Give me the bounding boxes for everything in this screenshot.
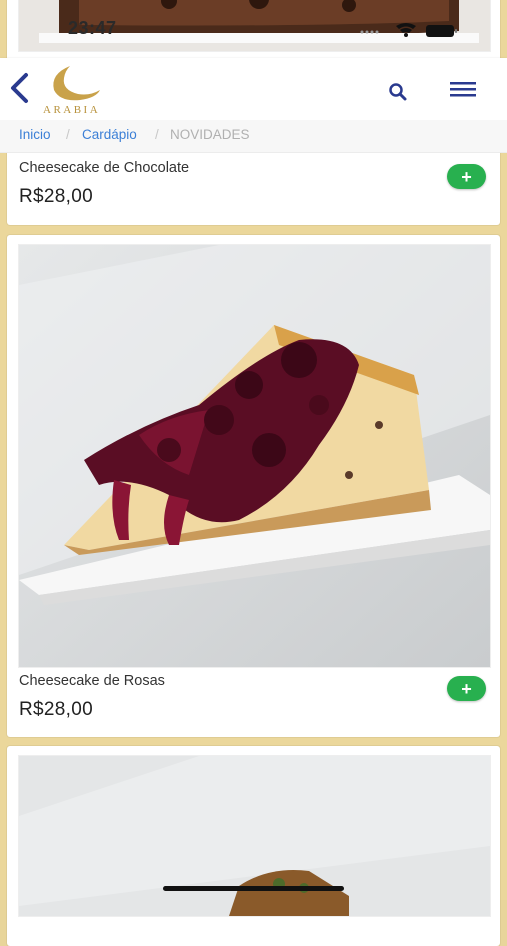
logo-text: ARABIA — [43, 104, 101, 116]
breadcrumb-home[interactable]: Inicio — [19, 127, 51, 142]
add-to-cart-button[interactable]: + — [447, 676, 486, 701]
breadcrumb-separator: / — [66, 127, 70, 142]
signal-icon — [360, 30, 379, 34]
product-card[interactable] — [7, 746, 500, 946]
cake-photo — [19, 756, 490, 916]
rose-cheesecake-photo — [19, 245, 490, 667]
menu-icon[interactable] — [449, 80, 477, 100]
product-image[interactable] — [18, 755, 491, 917]
search-icon[interactable] — [388, 82, 408, 102]
breadcrumb-separator: / — [155, 127, 159, 142]
battery-icon — [426, 25, 457, 37]
breadcrumb-menu[interactable]: Cardápio — [82, 127, 137, 142]
status-bar: 23:47 — [0, 0, 507, 58]
wifi-icon — [396, 23, 416, 37]
status-icons — [360, 23, 457, 37]
product-price: R$28,00 — [19, 186, 93, 207]
plus-icon: + — [461, 166, 472, 187]
app-header: ARABIA — [0, 58, 507, 120]
product-image[interactable] — [18, 244, 491, 668]
add-to-cart-button[interactable]: + — [447, 164, 486, 189]
clock: 23:47 — [68, 18, 117, 38]
product-card[interactable]: Cheesecake de Rosas R$28,00 + — [7, 235, 500, 737]
breadcrumb: Inicio / Cardápio / NOVIDADES — [0, 120, 507, 153]
home-indicator[interactable] — [163, 886, 344, 891]
crescent-logo-icon — [53, 66, 100, 101]
logo[interactable]: ARABIA — [40, 62, 110, 118]
product-price: R$28,00 — [19, 699, 93, 720]
product-title: Cheesecake de Chocolate — [19, 160, 190, 176]
back-icon[interactable] — [6, 72, 32, 104]
plus-icon: + — [461, 678, 472, 699]
product-title: Cheesecake de Rosas — [19, 673, 165, 689]
breadcrumb-current: NOVIDADES — [170, 127, 250, 142]
